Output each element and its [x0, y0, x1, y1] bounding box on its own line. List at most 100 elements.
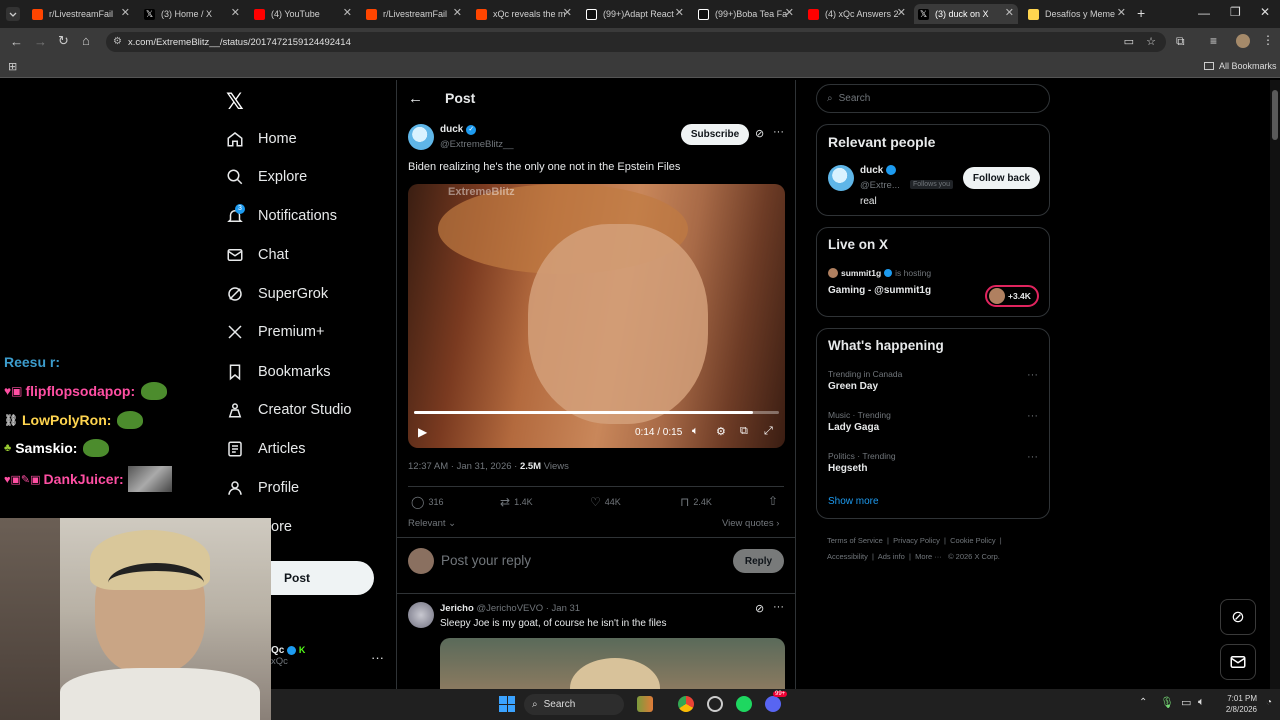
tab-1[interactable]: 𝕏 (3) Home / X ✕ — [140, 4, 244, 24]
media-control-icon[interactable]: ≡ — [1210, 34, 1217, 48]
url-bar[interactable]: ⚙ x.com/ExtremeBlitz__/status/2017472159… — [106, 32, 1166, 52]
video-progress-bar[interactable] — [414, 411, 779, 414]
grok-icon[interactable]: ⊘ — [755, 127, 764, 140]
taskbar-clock[interactable]: 7:01 PM 2/8/2026 — [1215, 693, 1257, 715]
close-icon[interactable]: ✕ — [343, 6, 352, 19]
reply-input[interactable]: Post your reply — [441, 553, 531, 568]
close-icon[interactable]: ✕ — [785, 6, 794, 19]
footer-link[interactable]: Cookie Policy — [950, 536, 995, 545]
back-arrow-icon[interactable]: ← — [10, 34, 23, 49]
tab-6[interactable]: (99+)Boba Tea Fa ✕ — [694, 4, 798, 24]
grok-icon[interactable]: ⊘ — [755, 602, 764, 615]
cast-icon[interactable]: ▭ — [1124, 35, 1134, 48]
reply-media[interactable] — [440, 638, 785, 689]
discord-icon[interactable]: 99+ — [765, 691, 788, 712]
tab-3[interactable]: r/LivestreamFail ✕ — [362, 4, 466, 24]
apps-grid-icon[interactable]: ⊞ — [8, 60, 17, 73]
taskbar-search[interactable]: ⌕ Search — [524, 694, 624, 715]
close-icon[interactable]: ✕ — [1117, 6, 1126, 19]
reply-button[interactable]: Reply — [733, 549, 784, 573]
nav-more[interactable]: ore — [271, 512, 292, 542]
pip-icon[interactable]: ⧉ — [740, 425, 748, 438]
star-icon[interactable]: ☆ — [1146, 35, 1156, 48]
live-show-title[interactable]: Gaming - @summit1g — [828, 285, 931, 296]
home-icon[interactable]: ⌂ — [82, 33, 90, 48]
show-more-link[interactable]: Show more — [828, 496, 879, 507]
search-highlight-icon[interactable] — [637, 696, 653, 712]
footer-link[interactable]: Privacy Policy — [893, 536, 940, 545]
back-arrow-icon[interactable]: ← — [408, 90, 423, 107]
tab-0[interactable]: r/LivestreamFail ✕ — [28, 4, 134, 24]
more-options-icon[interactable]: ··· — [773, 601, 784, 613]
nav-articles[interactable]: Articles — [226, 434, 306, 464]
extensions-icon[interactable]: ⧉ — [1176, 34, 1185, 49]
like-action[interactable]: ♡ 44K — [590, 495, 621, 509]
nav-home[interactable]: Home — [226, 124, 297, 154]
tab-8-active[interactable]: 𝕏 (3) duck on X ✕ — [914, 4, 1018, 24]
author-handle[interactable]: @ExtremeBlitz__ — [440, 139, 514, 150]
nav-premium[interactable]: Premium+ — [226, 317, 324, 347]
tab-7[interactable]: (4) xQc Answers 2 ✕ — [804, 4, 910, 24]
microphone-icon[interactable]: 🎙︎ — [1160, 696, 1174, 709]
post-button[interactable]: Post — [271, 561, 374, 595]
person-avatar[interactable] — [828, 165, 854, 191]
share-icon[interactable]: ⇧ — [768, 494, 778, 508]
network-icon[interactable]: ▭ — [1181, 696, 1191, 709]
live-host-row[interactable]: summit1g is hosting — [828, 268, 931, 278]
new-tab-button[interactable]: + — [1137, 5, 1145, 21]
grok-float-button[interactable]: ⊘ — [1220, 599, 1256, 635]
reload-icon[interactable]: ↻ — [58, 33, 69, 49]
all-bookmarks-button[interactable]: All Bookmarks — [1204, 61, 1277, 71]
repost-action[interactable]: ⇄ 1.4K — [500, 495, 533, 509]
play-icon[interactable]: ▶ — [418, 425, 427, 439]
tab-4[interactable]: xQc reveals the m ✕ — [472, 4, 576, 24]
author-avatar[interactable] — [408, 124, 434, 150]
volume-icon[interactable]: 🔈︎ — [1198, 696, 1205, 709]
reply-action[interactable]: ◯ 316 — [411, 495, 443, 509]
footer-link[interactable]: Terms of Service — [827, 536, 883, 545]
trend-item[interactable]: Politics · Trending Hegseth — [828, 451, 896, 474]
sort-replies-dropdown[interactable]: Relevant ⌄ — [408, 518, 456, 529]
obs-icon[interactable] — [707, 696, 723, 712]
account-switcher[interactable]: Qc K xQc — [271, 645, 305, 667]
follow-back-button[interactable]: Follow back — [963, 167, 1040, 189]
tab-9[interactable]: Desafíos y Meme ✕ — [1024, 4, 1130, 24]
close-icon[interactable]: ✕ — [563, 6, 572, 19]
site-info-icon[interactable]: ⚙ — [113, 36, 122, 47]
trend-more-icon[interactable]: ··· — [1027, 369, 1038, 381]
close-icon[interactable]: ✕ — [897, 6, 906, 19]
subscribe-button[interactable]: Subscribe — [681, 124, 749, 145]
search-input[interactable]: ⌕ Search — [816, 84, 1050, 113]
volume-icon[interactable]: 🔈︎ — [692, 425, 699, 438]
trend-more-icon[interactable]: ··· — [1027, 410, 1038, 422]
close-icon[interactable]: ✕ — [675, 6, 684, 19]
browser-menu-icon[interactable]: ⋮ — [1262, 33, 1274, 47]
live-listeners-badge[interactable]: +3.4K — [985, 285, 1039, 307]
trend-item[interactable]: Music · Trending Lady Gaga — [828, 410, 891, 433]
footer-link[interactable]: Accessibility — [827, 552, 868, 561]
close-icon[interactable]: ✕ — [231, 6, 240, 19]
trend-more-icon[interactable]: ··· — [1027, 451, 1038, 463]
more-options-icon[interactable]: ··· — [773, 126, 784, 138]
spotify-icon[interactable] — [736, 696, 752, 712]
person-name[interactable]: duck — [860, 165, 897, 176]
post-video[interactable]: ExtremeBlitz ▶ 0:14 / 0:15 🔈︎ ⚙ ⧉ ⤢ — [408, 184, 785, 448]
chrome-icon[interactable] — [678, 696, 694, 712]
nav-explore[interactable]: Explore — [226, 162, 307, 192]
bookmark-action[interactable]: ⊓ 2.4K — [680, 495, 712, 509]
nav-profile[interactable]: Profile — [226, 473, 299, 503]
profile-avatar[interactable] — [1236, 34, 1250, 48]
reply-author-handle[interactable]: @JerichoVEVO · Jan 31 — [476, 603, 580, 614]
scrollbar[interactable] — [1270, 80, 1280, 689]
windows-start-icon[interactable] — [499, 696, 515, 712]
author-name[interactable]: duck ✓ — [440, 124, 477, 135]
close-icon[interactable]: ✕ — [121, 6, 130, 19]
fullscreen-icon[interactable]: ⤢ — [764, 425, 773, 438]
reply-author-name[interactable]: Jericho — [440, 603, 474, 614]
account-more-icon[interactable]: ··· — [371, 650, 384, 665]
forward-arrow-icon[interactable]: → — [34, 34, 47, 49]
nav-creator-studio[interactable]: Creator Studio — [226, 395, 352, 425]
close-icon[interactable]: ✕ — [453, 6, 462, 19]
nav-bookmarks[interactable]: Bookmarks — [226, 357, 331, 387]
minimize-button[interactable]: — — [1198, 6, 1210, 20]
